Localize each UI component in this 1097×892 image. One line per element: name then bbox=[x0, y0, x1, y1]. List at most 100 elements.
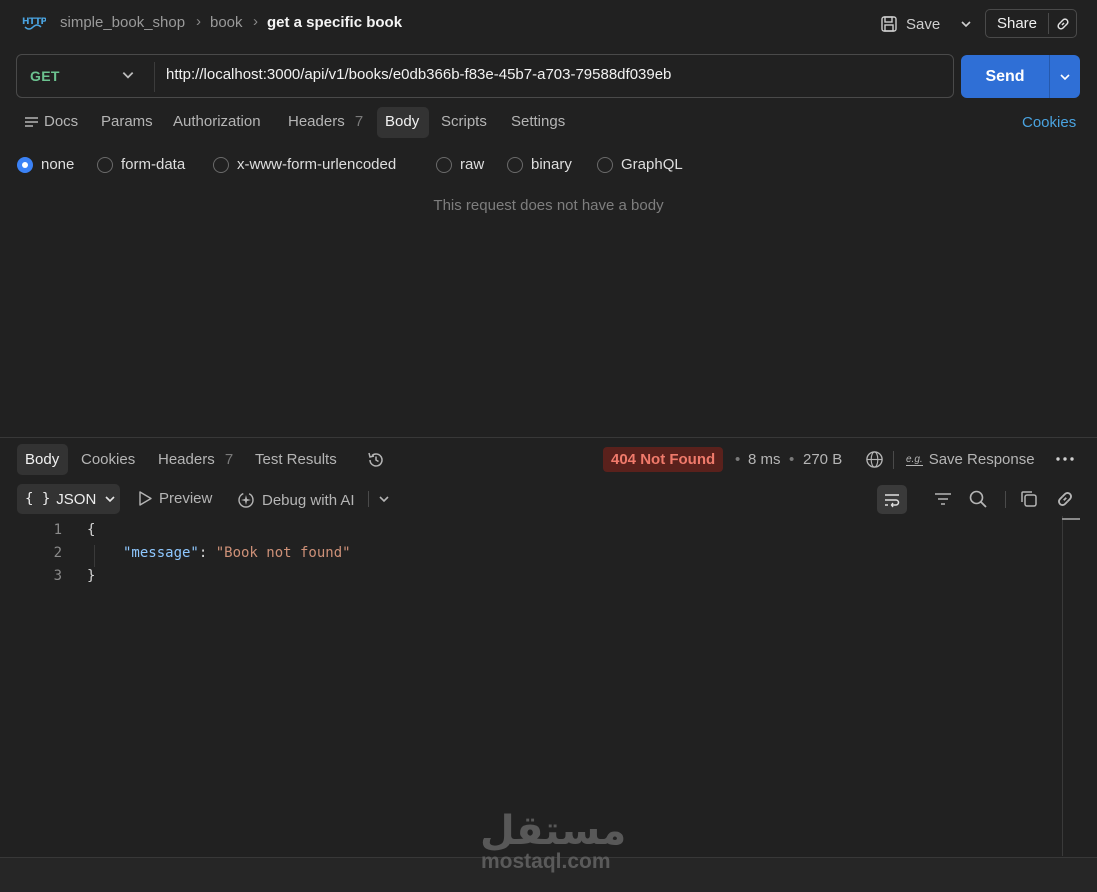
chevron-down-icon[interactable] bbox=[960, 18, 972, 30]
breadcrumb-separator: › bbox=[253, 13, 258, 30]
json-braces-icon: { } bbox=[25, 491, 51, 507]
docs-icon bbox=[25, 116, 38, 127]
body-type-label: GraphQL bbox=[621, 156, 683, 173]
divider bbox=[893, 451, 894, 469]
response-tab-headers[interactable]: Headers 7 bbox=[158, 451, 233, 468]
preview-button[interactable]: Preview bbox=[137, 490, 212, 507]
chevron-down-icon bbox=[105, 496, 115, 503]
history-icon[interactable] bbox=[366, 450, 386, 470]
status-badge: 404 Not Found bbox=[603, 447, 724, 472]
divider bbox=[154, 62, 155, 92]
json-value: "Book not found" bbox=[215, 545, 351, 561]
tab-scripts[interactable]: Scripts bbox=[441, 113, 487, 130]
more-options-icon[interactable] bbox=[1055, 452, 1075, 466]
link-icon[interactable] bbox=[1055, 489, 1075, 509]
headers-count: 7 bbox=[354, 113, 364, 130]
body-type-none[interactable]: none bbox=[17, 156, 74, 173]
copy-link-icon[interactable] bbox=[1049, 16, 1076, 32]
tab-authorization[interactable]: Authorization bbox=[173, 113, 261, 130]
send-options-chevron-icon[interactable] bbox=[1050, 55, 1080, 98]
body-type-label: form-data bbox=[121, 156, 186, 173]
indent-guide bbox=[94, 545, 95, 567]
radio[interactable] bbox=[97, 156, 113, 173]
share-button[interactable]: Share bbox=[985, 9, 1077, 38]
wrap-lines-button[interactable] bbox=[877, 485, 907, 514]
copy-icon[interactable] bbox=[1019, 489, 1039, 509]
tab-docs[interactable]: Docs bbox=[24, 113, 78, 130]
divider bbox=[368, 491, 369, 507]
json-colon: : bbox=[198, 545, 216, 561]
url-input[interactable]: http://localhost:3000/api/v1/books/e0db3… bbox=[166, 66, 671, 83]
tab-headers-label: Headers bbox=[288, 113, 345, 130]
format-label: JSON bbox=[56, 490, 97, 508]
debug-with-ai-button[interactable]: Debug with AI bbox=[236, 490, 355, 510]
response-time[interactable]: 8 ms bbox=[748, 451, 781, 468]
tab-docs-label: Docs bbox=[44, 113, 79, 130]
format-select[interactable]: { } JSON bbox=[17, 484, 120, 514]
body-type-form-data[interactable]: form-data bbox=[97, 156, 185, 173]
filter-icon[interactable] bbox=[933, 491, 953, 507]
response-headers-count: 7 bbox=[224, 451, 234, 468]
response-tab-cookies[interactable]: Cookies bbox=[81, 451, 135, 468]
watermark-text: mostaql.com bbox=[481, 850, 611, 873]
breadcrumb-collection[interactable]: simple_book_shop bbox=[60, 14, 185, 31]
scrollbar-track[interactable] bbox=[1062, 516, 1063, 856]
chevron-down-icon[interactable] bbox=[121, 68, 135, 82]
json-key: "message" bbox=[123, 545, 199, 561]
body-type-urlencoded[interactable]: x-www-form-urlencoded bbox=[213, 156, 396, 173]
body-type-graphql[interactable]: GraphQL bbox=[597, 156, 683, 173]
empty-body-message: This request does not have a body bbox=[433, 197, 664, 214]
divider bbox=[1005, 491, 1006, 508]
response-tab-body[interactable]: Body bbox=[25, 451, 59, 468]
globe-icon[interactable] bbox=[865, 450, 884, 469]
play-icon bbox=[139, 491, 152, 506]
request-title[interactable]: get a specific book bbox=[267, 14, 402, 31]
line-number: 3 bbox=[53, 568, 62, 584]
body-type-label: x-www-form-urlencoded bbox=[237, 156, 397, 173]
preview-label: Preview bbox=[159, 490, 213, 507]
body-type-label: none bbox=[41, 156, 75, 173]
status-text: 404 Not Found bbox=[611, 451, 716, 468]
radio[interactable] bbox=[597, 156, 613, 173]
breadcrumb-folder[interactable]: book bbox=[210, 14, 243, 31]
line-number: 2 bbox=[53, 545, 62, 561]
response-tab-test-results[interactable]: Test Results bbox=[255, 451, 337, 468]
radio-selected[interactable] bbox=[17, 156, 33, 173]
watermark-logo: مستقل bbox=[480, 809, 627, 853]
json-open-brace: { bbox=[87, 522, 96, 538]
save-button[interactable]: Save bbox=[880, 13, 972, 35]
tab-settings[interactable]: Settings bbox=[511, 113, 565, 130]
http-request-icon: HTTP bbox=[22, 13, 48, 33]
chevron-down-icon[interactable] bbox=[378, 493, 390, 505]
body-type-raw[interactable]: raw bbox=[436, 156, 484, 173]
separator-dot: • bbox=[789, 451, 795, 468]
save-response-button[interactable]: e.g. Save Response bbox=[906, 451, 1035, 468]
save-icon bbox=[881, 16, 897, 32]
debug-label: Debug with AI bbox=[262, 491, 355, 509]
cookies-link[interactable]: Cookies bbox=[1022, 114, 1076, 131]
tab-body[interactable]: Body bbox=[385, 113, 419, 130]
body-type-label: raw bbox=[460, 156, 485, 173]
save-response-label: Save Response bbox=[928, 451, 1035, 468]
radio[interactable] bbox=[436, 156, 452, 173]
send-button[interactable]: Send bbox=[961, 55, 1080, 98]
save-label: Save bbox=[906, 15, 941, 33]
tab-params[interactable]: Params bbox=[101, 113, 153, 130]
send-label: Send bbox=[985, 67, 1025, 85]
example-icon: e.g. bbox=[906, 453, 923, 466]
panel-divider[interactable] bbox=[0, 437, 1097, 438]
tab-headers[interactable]: Headers 7 bbox=[288, 113, 363, 130]
json-close-brace: } bbox=[87, 568, 96, 584]
radio[interactable] bbox=[213, 156, 229, 173]
http-method-select[interactable]: GET bbox=[30, 68, 60, 84]
line-number: 1 bbox=[53, 522, 62, 538]
wrap-lines-icon bbox=[885, 493, 900, 507]
search-icon[interactable] bbox=[968, 489, 988, 509]
scrollbar-thumb[interactable] bbox=[1062, 518, 1080, 520]
body-type-label: binary bbox=[531, 156, 572, 173]
response-tab-headers-label: Headers bbox=[158, 451, 215, 468]
radio[interactable] bbox=[507, 156, 523, 173]
body-type-binary[interactable]: binary bbox=[507, 156, 572, 173]
response-size[interactable]: 270 B bbox=[803, 451, 842, 468]
share-label: Share bbox=[996, 15, 1038, 32]
